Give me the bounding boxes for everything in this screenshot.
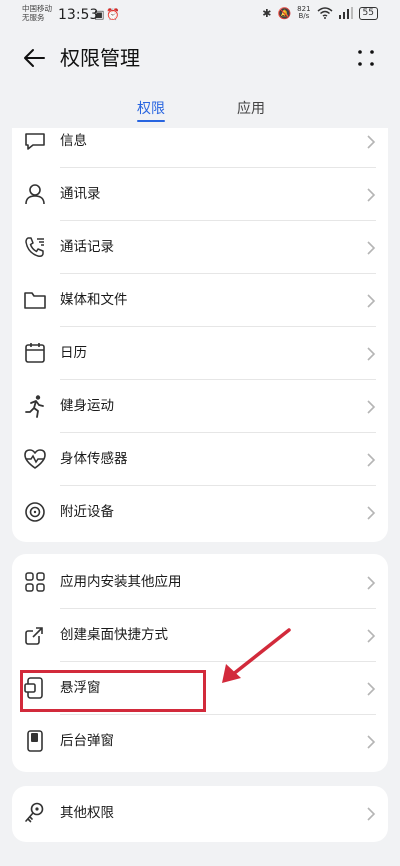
status-bar: 中国移动 无服务 13:53 ▣⏰ ✱ 🔕 821 B/s 55 xyxy=(0,0,400,30)
carrier-service: 无服务 xyxy=(22,13,45,22)
net-speed-unit: B/s xyxy=(298,12,310,20)
notification-image-icon: ▣ xyxy=(94,8,107,21)
carrier-info: 中国移动 无服务 xyxy=(22,4,52,22)
permission-item-calendar[interactable]: 日历 xyxy=(12,327,388,380)
bluetooth-icon: ✱ xyxy=(262,6,272,20)
status-right: ✱ 🔕 821 B/s 55 xyxy=(262,6,378,20)
permission-label: 日历 xyxy=(60,345,87,361)
permission-label: 通话记录 xyxy=(60,239,114,255)
highlight-box xyxy=(20,670,206,712)
permissions-card: 信息 通讯录 通话记录 媒体和文件 日历 健身运动 身体传感器 附近设备 xyxy=(12,128,388,542)
shortcut-icon xyxy=(22,622,48,648)
permission-label: 创建桌面快捷方式 xyxy=(60,627,168,643)
back-arrow-icon[interactable] xyxy=(20,44,48,72)
battery-indicator: 55 xyxy=(358,6,378,20)
permission-item-call-log[interactable]: 通话记录 xyxy=(12,221,388,274)
background-popup-icon xyxy=(22,728,48,754)
permission-item-nearby-devices[interactable]: 附近设备 xyxy=(12,486,388,539)
other-permissions-card: 其他权限 xyxy=(12,786,388,842)
chevron-right-icon xyxy=(366,505,376,521)
page-title: 权限管理 xyxy=(60,46,140,70)
permission-label: 信息 xyxy=(60,133,87,149)
chevron-right-icon xyxy=(366,346,376,362)
permission-item-install-apps[interactable]: 应用内安装其他应用 xyxy=(12,556,388,609)
chevron-right-icon xyxy=(366,628,376,644)
chevron-right-icon xyxy=(366,734,376,750)
permission-item-fitness[interactable]: 健身运动 xyxy=(12,380,388,433)
heart-rate-icon xyxy=(22,446,48,472)
notification-icons: ▣⏰ xyxy=(94,8,122,21)
contacts-icon xyxy=(22,181,48,207)
permission-item-messages[interactable]: 信息 xyxy=(12,128,388,168)
nearby-devices-icon xyxy=(22,499,48,525)
permission-label: 身体传感器 xyxy=(60,451,128,467)
calendar-icon xyxy=(22,340,48,366)
chevron-right-icon xyxy=(366,452,376,468)
top-app-bar: 权限管理 xyxy=(0,36,400,80)
tab-indicator xyxy=(137,120,165,122)
permission-item-body-sensors[interactable]: 身体传感器 xyxy=(12,433,388,486)
permission-label: 通讯录 xyxy=(60,186,101,202)
chevron-right-icon xyxy=(366,240,376,256)
permission-item-shortcut[interactable]: 创建桌面快捷方式 xyxy=(12,609,388,662)
wifi-icon xyxy=(317,7,333,19)
permission-label: 应用内安装其他应用 xyxy=(60,574,182,590)
permission-item-contacts[interactable]: 通讯录 xyxy=(12,168,388,221)
net-speed: 821 B/s xyxy=(297,6,310,20)
carrier-name: 中国移动 xyxy=(22,4,52,13)
key-icon xyxy=(22,800,48,826)
signal-icon xyxy=(338,7,353,19)
tab-apps[interactable]: 应用 xyxy=(237,98,265,118)
permission-label: 其他权限 xyxy=(60,805,114,821)
more-options-icon[interactable] xyxy=(354,46,378,70)
chevron-right-icon xyxy=(366,806,376,822)
special-permissions-card: 应用内安装其他应用 创建桌面快捷方式 悬浮窗 后台弹窗 xyxy=(12,554,388,772)
chevron-right-icon xyxy=(366,399,376,415)
permission-label: 附近设备 xyxy=(60,504,114,520)
permission-label: 健身运动 xyxy=(60,398,114,414)
tab-permissions[interactable]: 权限 xyxy=(137,98,165,118)
permission-item-background-popup[interactable]: 后台弹窗 xyxy=(12,715,388,768)
chevron-right-icon xyxy=(366,187,376,203)
folder-icon xyxy=(22,287,48,313)
permission-item-other[interactable]: 其他权限 xyxy=(12,787,388,840)
permission-label: 媒体和文件 xyxy=(60,292,128,308)
messages-icon xyxy=(22,128,48,154)
permission-label: 后台弹窗 xyxy=(60,733,114,749)
call-log-icon xyxy=(22,234,48,260)
install-apps-icon xyxy=(22,569,48,595)
chevron-right-icon xyxy=(366,134,376,150)
notification-alarm-icon: ⏰ xyxy=(106,8,123,21)
mute-icon: 🔕 xyxy=(277,6,292,20)
permission-item-media-files[interactable]: 媒体和文件 xyxy=(12,274,388,327)
tab-bar: 权限 应用 xyxy=(0,98,400,128)
running-icon xyxy=(22,393,48,419)
status-time: 13:53 xyxy=(58,7,99,23)
chevron-right-icon xyxy=(366,681,376,697)
chevron-right-icon xyxy=(366,575,376,591)
chevron-right-icon xyxy=(366,293,376,309)
